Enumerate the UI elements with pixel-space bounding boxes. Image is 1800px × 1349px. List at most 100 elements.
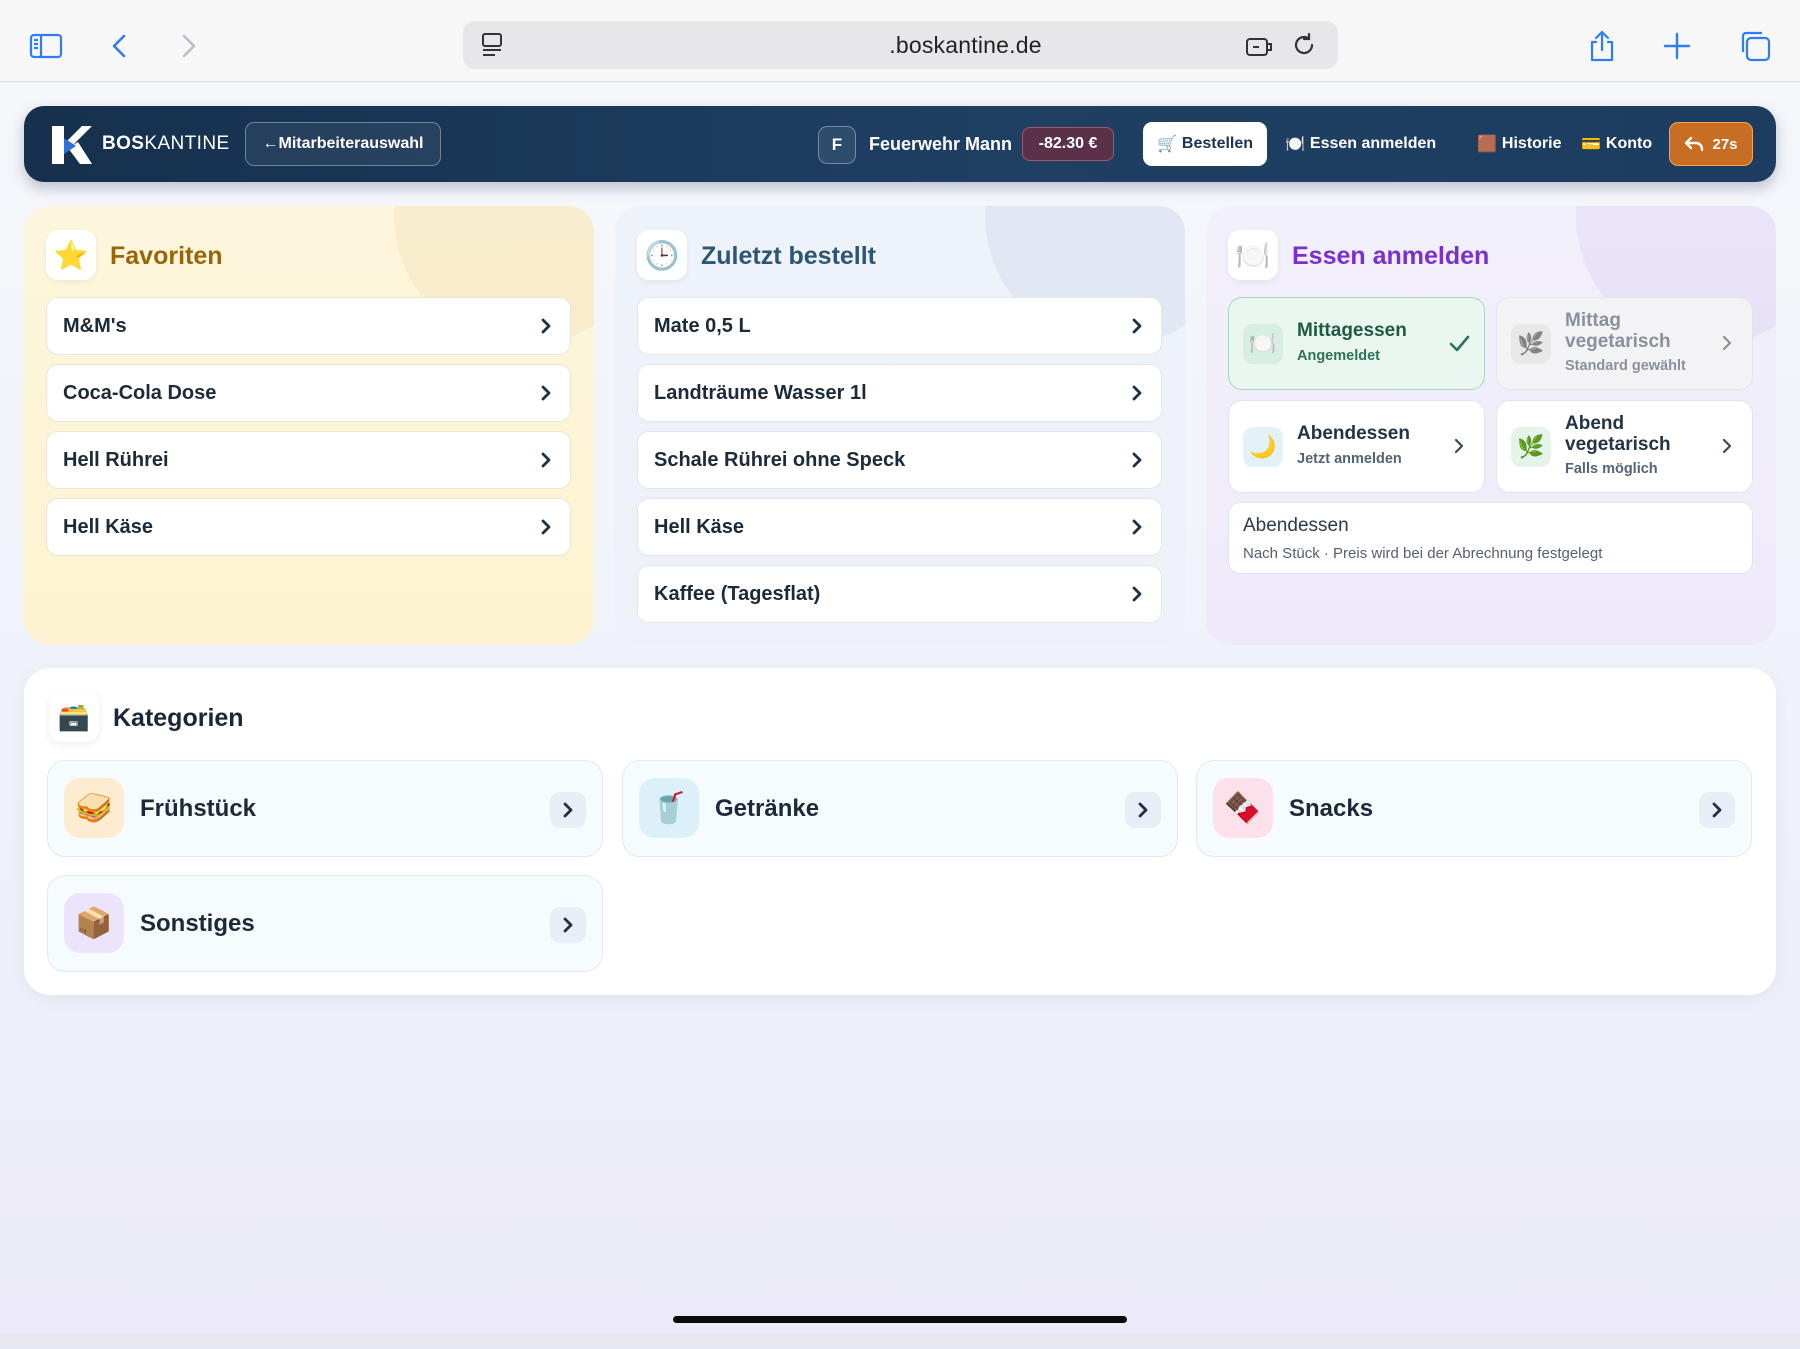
leaf-icon: 🌿 bbox=[1511, 324, 1551, 364]
meal-title: Mittagessen bbox=[1297, 320, 1407, 341]
new-tab-icon[interactable] bbox=[1655, 24, 1699, 68]
chevron-right-icon bbox=[1454, 438, 1464, 454]
meal-card-lunch-vegetarian[interactable]: 🌿 Mittag vegetarisch Standard gewählt bbox=[1496, 297, 1753, 390]
cart-icon: 🛒 bbox=[1156, 136, 1177, 153]
user-name: Feuerwehr Mann bbox=[869, 134, 1013, 154]
user-avatar: F bbox=[818, 126, 856, 164]
category-label: Getränke bbox=[715, 795, 820, 822]
categories-panel: 🗃️ Kategorien 🥪 Frühstück 🥤 Getränke 🍫 S… bbox=[24, 668, 1776, 995]
recent-item[interactable]: Kaffee (Tagesflat) bbox=[637, 565, 1162, 623]
recent-item[interactable]: Landträume Wasser 1l bbox=[637, 364, 1162, 422]
recent-item[interactable]: Schale Rührei ohne Speck bbox=[637, 431, 1162, 489]
recent-item[interactable]: Mate 0,5 L bbox=[637, 297, 1162, 355]
file-box-icon: 🗃️ bbox=[49, 692, 99, 742]
tab-konto[interactable]: 💳 Konto bbox=[1569, 122, 1664, 166]
address-bar[interactable]: .boskantine.de bbox=[463, 21, 1338, 69]
home-indicator bbox=[673, 1316, 1127, 1323]
recent-title: Zuletzt bestellt bbox=[701, 242, 877, 270]
meal-price-note: Abendessen Nach Stück · Preis wird bei d… bbox=[1228, 502, 1753, 574]
chevron-right-icon bbox=[541, 318, 551, 334]
favorites-panel: ⭐ Favoriten M&M's Coca-Cola Dose Hell Rü… bbox=[24, 206, 594, 645]
item-label: Kaffee (Tagesflat) bbox=[654, 582, 821, 605]
favorite-item[interactable]: Coca-Cola Dose bbox=[46, 364, 571, 422]
leaf-icon: 🌿 bbox=[1511, 427, 1551, 467]
item-label: Landträume Wasser 1l bbox=[654, 381, 867, 404]
note-subtitle: Nach Stück · Preis wird bei der Abrechnu… bbox=[1243, 545, 1603, 562]
chevron-right-icon bbox=[541, 452, 551, 468]
category-getraenke[interactable]: 🥤 Getränke bbox=[622, 760, 1178, 857]
tab-label: Essen anmelden bbox=[1309, 135, 1437, 152]
chevron-right-icon bbox=[1132, 318, 1142, 334]
plate-icon: 🍽️ bbox=[1243, 324, 1283, 364]
check-icon bbox=[1449, 335, 1470, 352]
sandwich-icon: 🥪 bbox=[64, 778, 124, 838]
item-label: Hell Rührei bbox=[63, 448, 169, 471]
share-icon[interactable] bbox=[1580, 24, 1624, 68]
tabs-icon[interactable] bbox=[1733, 24, 1777, 68]
card-icon: 💳 bbox=[1581, 136, 1601, 153]
favorites-title: Favoriten bbox=[110, 242, 223, 270]
forward-icon[interactable] bbox=[166, 24, 210, 68]
employee-select-button[interactable]: ←Mitarbeiterauswahl bbox=[245, 122, 441, 166]
clock-icon: 🕒 bbox=[637, 230, 687, 280]
chevron-right-icon bbox=[1132, 385, 1142, 401]
meal-title: Abendessen bbox=[1297, 423, 1410, 444]
favorite-item[interactable]: Hell Rührei bbox=[46, 431, 571, 489]
timer-label: 27s bbox=[1712, 135, 1738, 153]
meal-card-dinner-vegetarian[interactable]: 🌿 Abend vegetarisch Falls möglich bbox=[1496, 400, 1753, 493]
category-label: Frühstück bbox=[140, 795, 257, 822]
url-text: .boskantine.de bbox=[889, 32, 1042, 58]
plate-icon: 🍽️ bbox=[1228, 230, 1278, 280]
logout-timer-button[interactable]: 27s bbox=[1669, 122, 1753, 166]
logo-text: BOSKANTINE bbox=[102, 133, 230, 154]
favorite-item[interactable]: M&M's bbox=[46, 297, 571, 355]
item-label: Mate 0,5 L bbox=[654, 314, 751, 337]
meal-card-lunch[interactable]: 🍽️ Mittagessen Angemeldet bbox=[1228, 297, 1485, 390]
meal-title: Abend vegetarisch bbox=[1565, 413, 1671, 455]
tab-historie[interactable]: 🟫 Historie bbox=[1465, 122, 1574, 166]
category-fruehstueck[interactable]: 🥪 Frühstück bbox=[47, 760, 603, 857]
chevron-right-icon bbox=[1722, 438, 1732, 454]
star-icon: ⭐ bbox=[46, 230, 96, 280]
history-icon: 🟫 bbox=[1477, 136, 1497, 153]
meal-card-dinner[interactable]: 🌙 Abendessen Jetzt anmelden bbox=[1228, 400, 1485, 493]
drink-icon: 🥤 bbox=[639, 778, 699, 838]
tab-label: Konto bbox=[1605, 135, 1653, 152]
chevron-right-icon bbox=[541, 519, 551, 535]
bottom-strip bbox=[0, 1333, 1800, 1349]
meal-status: Angemeldet bbox=[1297, 348, 1380, 364]
reload-icon[interactable] bbox=[1290, 31, 1318, 59]
meal-status: Falls möglich bbox=[1565, 461, 1658, 477]
favorite-item[interactable]: Hell Käse bbox=[46, 498, 571, 556]
item-label: Hell Käse bbox=[63, 515, 154, 538]
category-sonstiges[interactable]: 📦 Sonstiges bbox=[47, 875, 603, 972]
chevron-right-icon bbox=[550, 792, 586, 828]
categories-title: Kategorien bbox=[113, 704, 244, 732]
chevron-right-icon bbox=[1132, 452, 1142, 468]
meal-signup-title: Essen anmelden bbox=[1292, 242, 1490, 270]
chocolate-icon: 🍫 bbox=[1213, 778, 1273, 838]
return-icon bbox=[1685, 136, 1704, 152]
tab-bestellen[interactable]: 🛒 Bestellen bbox=[1143, 122, 1267, 166]
chevron-right-icon bbox=[1722, 335, 1732, 351]
extension-icon[interactable] bbox=[1244, 31, 1274, 61]
balance-badge: -82.30 € bbox=[1022, 127, 1114, 161]
tab-label: Historie bbox=[1501, 135, 1562, 152]
browser-toolbar: .boskantine.de bbox=[0, 0, 1800, 82]
category-label: Sonstiges bbox=[140, 910, 255, 937]
meal-status: Standard gewählt bbox=[1565, 358, 1686, 374]
item-label: M&M's bbox=[63, 314, 127, 337]
back-icon[interactable] bbox=[98, 24, 142, 68]
category-snacks[interactable]: 🍫 Snacks bbox=[1196, 760, 1752, 857]
meal-signup-panel: 🍽️ Essen anmelden 🍽️ Mittagessen Angemel… bbox=[1206, 206, 1776, 645]
top-navigation: BOSKANTINE ←Mitarbeiterauswahl F Feuerwe… bbox=[24, 106, 1776, 182]
tab-essen-anmelden[interactable]: 🍽️ Essen anmelden bbox=[1273, 122, 1448, 166]
item-label: Hell Käse bbox=[654, 515, 745, 538]
item-label: Schale Rührei ohne Speck bbox=[654, 448, 906, 471]
recent-item[interactable]: Hell Käse bbox=[637, 498, 1162, 556]
chevron-right-icon bbox=[1125, 792, 1161, 828]
moon-icon: 🌙 bbox=[1243, 427, 1283, 467]
logo-icon bbox=[52, 126, 92, 164]
note-title: Abendessen bbox=[1243, 515, 1349, 536]
sidebar-icon[interactable] bbox=[24, 24, 68, 68]
